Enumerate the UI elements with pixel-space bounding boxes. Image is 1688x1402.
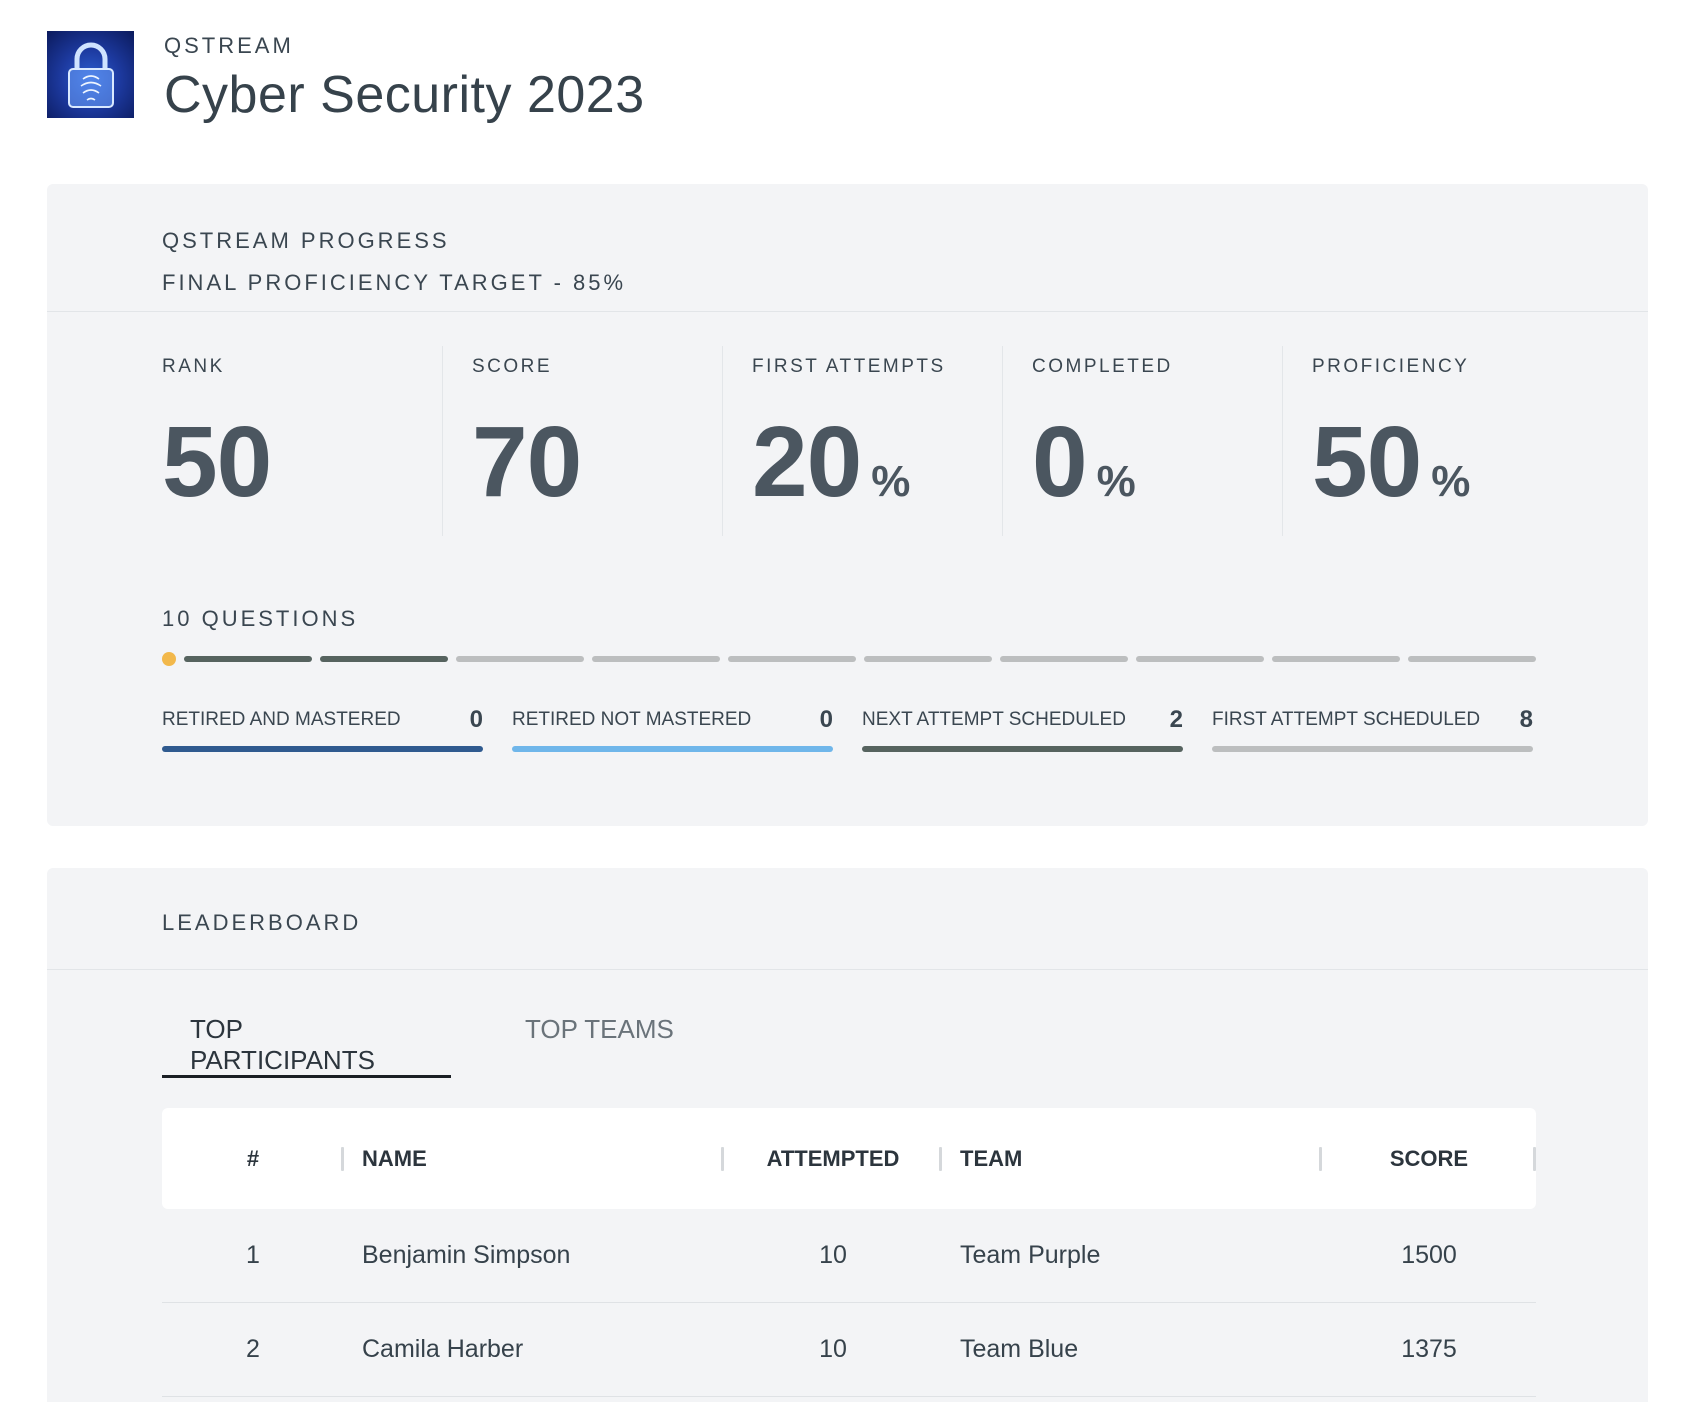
table-header: # NAME ATTEMPTED TEAM SCORE [162, 1108, 1536, 1209]
proficiency-target: FINAL PROFICIENCY TARGET - 85% [162, 270, 627, 295]
leaderboard-heading: LEADERBOARD [162, 910, 362, 935]
legend-next-attempt: NEXT ATTEMPT SCHEDULED 2 [862, 706, 1183, 752]
cell-team: Team Blue [960, 1335, 1079, 1363]
question-segment [184, 656, 312, 662]
padlock-icon [47, 31, 134, 118]
title-block: QSTREAM Cyber Security 2023 [164, 31, 645, 125]
leaderboard-header: LEADERBOARD [47, 868, 1648, 970]
header: QSTREAM Cyber Security 2023 [47, 31, 645, 125]
leaderboard-panel: LEADERBOARD TOP PARTICIPANTS TOP TEAMS #… [47, 868, 1648, 1402]
legend-row: FIRST ATTEMPT SCHEDULED 8 [1212, 706, 1533, 734]
stat-number: 50 [1312, 406, 1422, 518]
legend-count: 2 [1169, 706, 1183, 733]
column-header-name[interactable]: NAME [344, 1108, 724, 1209]
question-segment [1000, 656, 1128, 662]
legend-count: 8 [1519, 706, 1533, 733]
cell-name: Camila Harber [362, 1335, 524, 1363]
stat-first-attempts: FIRST ATTEMPTS 20 % [722, 346, 1002, 536]
question-segment [456, 656, 584, 662]
cell-rank: 1 [246, 1241, 260, 1269]
cell-attempted: 10 [819, 1241, 847, 1269]
stat-number: 20 [752, 406, 862, 518]
legend-label: FIRST ATTEMPT SCHEDULED [1212, 709, 1481, 730]
legend-row: RETIRED NOT MASTERED 0 [512, 706, 833, 734]
legend-color-bar [862, 746, 1183, 752]
cell-score: 1500 [1401, 1241, 1457, 1269]
page: QSTREAM Cyber Security 2023 QSTREAM PROG… [0, 0, 1688, 1402]
cell-score: 1375 [1401, 1335, 1457, 1363]
tab-top-teams[interactable]: TOP TEAMS [497, 1008, 702, 1078]
progress-heading: QSTREAM PROGRESS [162, 228, 450, 253]
legend-color-bar [1212, 746, 1533, 752]
stat-number: 50 [162, 406, 272, 518]
stat-unit: % [871, 457, 911, 506]
column-header-score[interactable]: SCORE [1322, 1108, 1536, 1209]
leaderboard-table: # NAME ATTEMPTED TEAM SCORE 1 Benjamin S… [162, 1108, 1536, 1397]
question-segment [1272, 656, 1400, 662]
stat-value: 50 % [1312, 412, 1562, 512]
legend-label: NEXT ATTEMPT SCHEDULED [862, 709, 1126, 730]
stat-label: PROFICIENCY [1312, 356, 1470, 377]
stat-value: 50 [162, 412, 442, 512]
legend-color-bar [162, 746, 483, 752]
stat-value: 20 % [752, 412, 1002, 512]
progress-panel: QSTREAM PROGRESS FINAL PROFICIENCY TARGE… [47, 184, 1648, 826]
legend-retired-not-mastered: RETIRED NOT MASTERED 0 [512, 706, 833, 752]
legend-label: RETIRED NOT MASTERED [512, 709, 752, 730]
legend-color-bar [512, 746, 833, 752]
column-header-rank[interactable]: # [162, 1108, 344, 1209]
tab-top-participants[interactable]: TOP PARTICIPANTS [162, 1008, 451, 1078]
stat-rank: RANK 50 [162, 346, 442, 536]
question-segment [1408, 656, 1536, 662]
stat-score: SCORE 70 [442, 346, 722, 536]
legend-count: 0 [819, 706, 833, 733]
column-header-team[interactable]: TEAM [942, 1108, 1322, 1209]
stat-label: COMPLETED [1032, 356, 1173, 377]
legend-first-attempt: FIRST ATTEMPT SCHEDULED 8 [1212, 706, 1533, 752]
question-segment [1136, 656, 1264, 662]
stat-label: RANK [162, 356, 225, 377]
stat-proficiency: PROFICIENCY 50 % [1282, 346, 1562, 536]
stat-completed: COMPLETED 0 % [1002, 346, 1282, 536]
legend-retired-mastered: RETIRED AND MASTERED 0 [162, 706, 483, 752]
status-legend: RETIRED AND MASTERED 0 RETIRED NOT MASTE… [162, 706, 1536, 752]
question-segment [728, 656, 856, 662]
stat-unit: % [1431, 457, 1471, 506]
column-header-attempted[interactable]: ATTEMPTED [724, 1108, 942, 1209]
table-row: 1 Benjamin Simpson 10 Team Purple 1500 [162, 1209, 1536, 1303]
questions-progress: 10 QUESTIONS [162, 606, 1536, 666]
stat-label: SCORE [472, 356, 553, 377]
stats-row: RANK 50 SCORE 70 FIRST ATTEMPTS 20 % COM… [162, 346, 1562, 536]
progress-header: QSTREAM PROGRESS FINAL PROFICIENCY TARGE… [47, 184, 1648, 312]
question-segment [592, 656, 720, 662]
cell-name: Benjamin Simpson [362, 1241, 571, 1269]
questions-count-label: 10 QUESTIONS [162, 606, 359, 631]
cell-team: Team Purple [960, 1241, 1101, 1269]
legend-label: RETIRED AND MASTERED [162, 709, 401, 730]
program-label: QSTREAM [164, 33, 294, 58]
cell-rank: 2 [246, 1335, 260, 1363]
leaderboard-tabs: TOP PARTICIPANTS TOP TEAMS [162, 1008, 702, 1078]
question-segment [864, 656, 992, 662]
stat-label: FIRST ATTEMPTS [752, 356, 946, 377]
question-segment [320, 656, 448, 662]
cell-attempted: 10 [819, 1335, 847, 1363]
legend-row: RETIRED AND MASTERED 0 [162, 706, 483, 734]
current-question-marker [162, 652, 176, 666]
table-row: 2 Camila Harber 10 Team Blue 1375 [162, 1303, 1536, 1397]
stat-value: 0 % [1032, 412, 1282, 512]
stat-value: 70 [472, 412, 722, 512]
stat-unit: % [1096, 457, 1136, 506]
legend-count: 0 [469, 706, 483, 733]
stat-number: 0 [1032, 406, 1088, 518]
stat-number: 70 [472, 406, 582, 518]
legend-row: NEXT ATTEMPT SCHEDULED 2 [862, 706, 1183, 734]
page-title: Cyber Security 2023 [164, 66, 645, 124]
question-progress-bar [162, 652, 1536, 666]
